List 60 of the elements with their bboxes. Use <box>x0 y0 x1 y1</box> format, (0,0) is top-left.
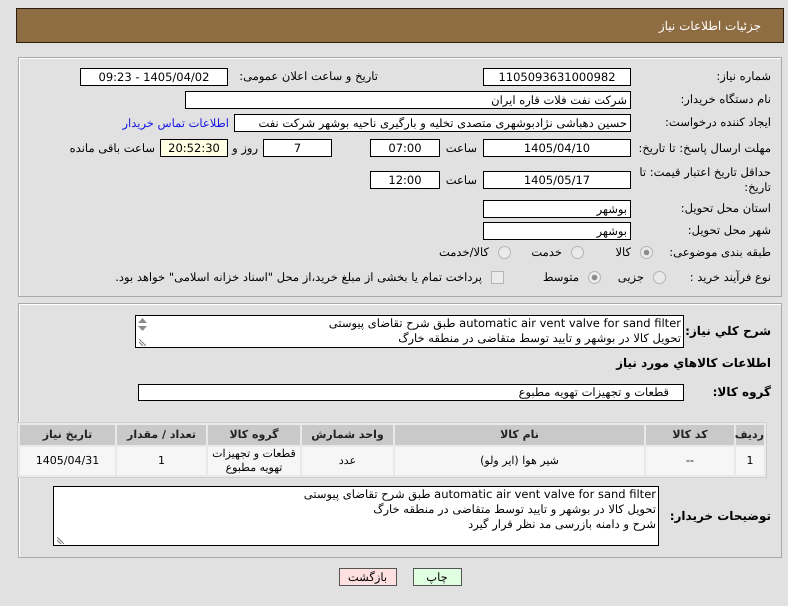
field-label: شهر محل تحویل: <box>688 223 771 237</box>
resize-grip-icon <box>56 537 64 544</box>
back-button[interactable]: بازگشت <box>338 568 396 586</box>
description-field[interactable]: automatic air vent valve for sand filter طبق شرح تقاضای پیوستی تحویل کالا در بوشهر و تایید توسط متقاضی در منطقه خارگ <box>135 315 684 348</box>
table-cell: شیر هوا (ایر ولو) <box>395 446 644 474</box>
buyer-org-field[interactable]: شرکت نفت فلات قاره ایران <box>185 90 631 108</box>
table-cell: 1 <box>736 446 764 474</box>
time-left-label: ساعت باقی مانده <box>70 141 155 155</box>
city-field[interactable]: بوشهر <box>483 222 631 240</box>
field-label: طبقه بندی موضوعی: <box>669 244 771 258</box>
radio-label: جزیی <box>618 270 644 284</box>
section-title: اطلاعات کالاهاي مورد نياز <box>616 356 771 370</box>
radio-label: خدمت <box>531 245 562 259</box>
field-label: استان محل تحویل: <box>680 201 771 215</box>
table-cell: 1 <box>117 446 206 474</box>
validity-date-field[interactable]: 1405/05/17 <box>483 171 631 189</box>
column-header: تاریخ نیاز <box>20 424 115 444</box>
deadline-date-field[interactable]: 1405/04/10 <box>483 139 631 157</box>
print-button[interactable]: چاپ <box>412 568 462 586</box>
scroll-arrows-icon <box>138 318 146 331</box>
validity-time-field[interactable]: 12:00 <box>370 171 440 189</box>
field-label: تاریخ و ساعت اعلان عمومی: <box>239 69 378 83</box>
deadline-time-field[interactable]: 07:00 <box>370 139 440 157</box>
checkbox-label: پرداخت تمام یا بخشی از مبلغ خرید،از محل "اسناد خزانه اسلامی" خواهد بود. <box>115 270 482 284</box>
field-label: توضیحات خریدار: <box>670 508 771 522</box>
field-label: نام دستگاه خریدار: <box>680 92 771 106</box>
column-header: واحد شمارش <box>302 424 393 444</box>
field-label: شرح کلي نياز: <box>685 324 771 338</box>
column-header: گروه کالا <box>208 424 300 444</box>
column-header: ردیف <box>736 424 764 444</box>
radio-label: کالا <box>615 245 631 259</box>
field-label: حداقل تاریخ اعتبار قیمت: تا تاریخ: <box>639 165 771 194</box>
time-label: ساعت <box>446 141 477 155</box>
resize-grip-icon <box>138 339 146 346</box>
column-header: نام کالا <box>395 424 644 444</box>
field-label: مهلت ارسال پاسخ: تا تاریخ: <box>638 140 771 154</box>
contact-info-link[interactable]: اطلاعات تماس خریدار <box>122 116 229 130</box>
buyer-notes-field[interactable]: automatic air vent valve for sand filter طبق شرح تقاضای پیوستی تحویل کالا در بوشهر و تایید توسط متقاضی در منطقه خارگ شرح و دامنه بازرسی مد نظر قرار گیرد <box>53 486 659 546</box>
days-left-field[interactable]: 7 <box>263 139 332 157</box>
time-left-field[interactable]: 20:52:30 <box>160 139 228 157</box>
days-label: روز و <box>232 141 258 155</box>
table-cell: قطعات و تجهیزات تهویه مطبوع <box>208 446 300 474</box>
requester-field[interactable]: حسین دهباشی نژادبوشهری متصدی تخلیه و بارگیری ناحیه بوشهر شرکت نفت <box>234 114 631 132</box>
time-label: ساعت <box>446 173 477 187</box>
page-title: جزئیات اطلاعات نیاز <box>658 18 761 32</box>
field-label: ایجاد کننده درخواست: <box>665 115 771 129</box>
field-label: شماره نیاز: <box>716 69 771 83</box>
goods-group-field[interactable]: قطعات و تجهیزات تهویه مطبوع <box>138 384 684 401</box>
table-cell: عدد <box>302 446 393 474</box>
table-cell: -- <box>646 446 734 474</box>
radio-label: متوسط <box>542 270 579 284</box>
province-field[interactable]: بوشهر <box>483 200 631 218</box>
field-label: نوع فرآیند خرید : <box>690 270 771 284</box>
announcement-date-field[interactable]: 1405/04/02 - 09:23 <box>80 68 228 86</box>
need-number-field[interactable]: 1105093631000982 <box>483 68 631 86</box>
field-label: گروه کالا: <box>712 385 771 399</box>
radio-label: کالا/خدمت <box>438 245 489 259</box>
column-header: کد کالا <box>646 424 734 444</box>
table-cell: 1405/04/31 <box>20 446 115 474</box>
column-header: تعداد / مقدار <box>117 424 206 444</box>
